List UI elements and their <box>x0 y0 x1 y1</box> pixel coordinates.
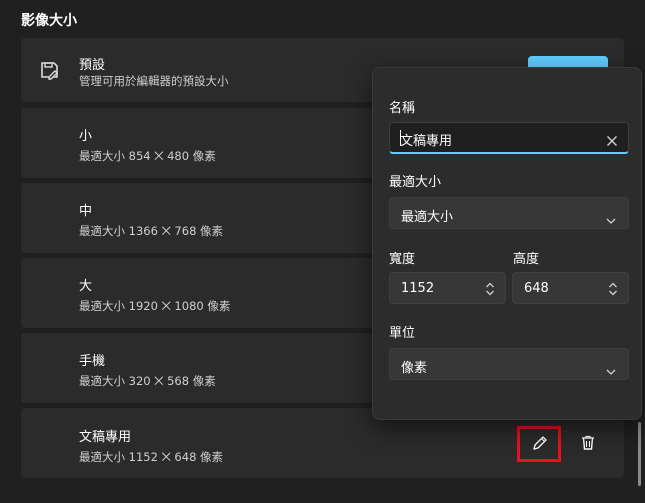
preset-title: 預設 <box>79 58 106 73</box>
fit-select[interactable]: 最適大小 <box>389 197 629 229</box>
text-caret <box>400 130 401 146</box>
width-label: 寬度 <box>389 252 416 267</box>
trash-icon[interactable] <box>579 434 597 452</box>
preset-row-subtitle: 最適大小 1920 ⨉ 1080 像素 <box>79 299 231 313</box>
name-input[interactable]: 文稿專用 <box>389 122 629 154</box>
preset-row-subtitle: 最適大小 1152 ⨉ 648 像素 <box>79 450 224 464</box>
edit-preset-flyout: 名稱 文稿專用 最適大小 最適大小 寬度 高度 1152 648 單位 像素 <box>372 67 642 420</box>
width-stepper[interactable]: 1152 <box>389 272 506 304</box>
clear-icon[interactable] <box>606 132 618 146</box>
up-down-icon[interactable] <box>608 281 618 296</box>
preset-row-title: 手機 <box>79 354 106 369</box>
pencil-icon[interactable] <box>531 434 549 452</box>
chevron-down-icon <box>606 361 616 375</box>
scrollbar[interactable] <box>638 422 641 486</box>
chevron-down-icon <box>606 210 616 224</box>
preset-row-title: 中 <box>79 204 93 219</box>
preset-subtitle: 管理可用於編輯器的預設大小 <box>79 74 229 88</box>
preset-row-title: 文稿專用 <box>79 430 132 445</box>
preset-row-subtitle: 最適大小 854 ⨉ 480 像素 <box>79 149 216 163</box>
preset-row-title: 小 <box>79 129 93 144</box>
preset-row-title: 大 <box>79 279 93 294</box>
height-value: 648 <box>524 281 549 296</box>
width-value: 1152 <box>401 281 435 296</box>
preset-row-subtitle: 最適大小 1366 ⨉ 768 像素 <box>79 224 224 238</box>
fit-label: 最適大小 <box>389 175 442 190</box>
name-input-value: 文稿專用 <box>400 134 453 149</box>
up-down-icon[interactable] <box>485 281 495 296</box>
fit-select-value: 最適大小 <box>401 210 454 225</box>
preset-icon <box>39 59 61 81</box>
height-label: 高度 <box>513 252 540 267</box>
name-label: 名稱 <box>389 101 416 116</box>
height-stepper[interactable]: 648 <box>512 272 629 304</box>
section-title: 影像大小 <box>21 13 77 29</box>
preset-row-subtitle: 最適大小 320 ⨉ 568 像素 <box>79 374 216 388</box>
unit-select[interactable]: 像素 <box>389 348 629 380</box>
unit-label: 單位 <box>389 326 416 341</box>
unit-select-value: 像素 <box>401 361 428 376</box>
